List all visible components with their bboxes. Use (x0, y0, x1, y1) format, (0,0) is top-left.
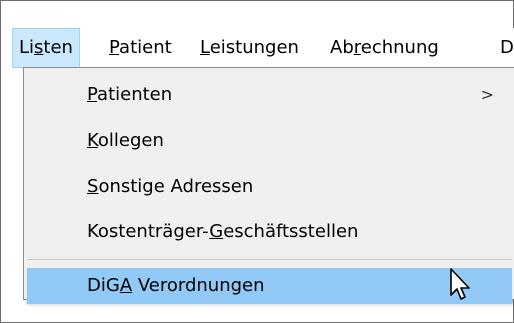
menu-leistungen-mnemonic: L (200, 37, 210, 58)
menu-abrechnung-mnemonic: r (353, 37, 361, 58)
menu-item-label-part: atienten (97, 84, 173, 105)
menu-leistungen-label-part: eistungen (209, 37, 299, 58)
menu-item-kostentraeger-geschaeftsstellen[interactable]: Kostenträger-Geschäftsstellen (27, 214, 512, 250)
menu-listen-label-part: Li (19, 37, 35, 58)
menu-item-sonstige-adressen[interactable]: Sonstige Adressen (27, 169, 512, 205)
listen-dropdown-menu: Patienten > Kollegen Sonstige Adressen K… (23, 67, 514, 304)
menu-separator (27, 259, 512, 260)
submenu-arrow-icon: > (480, 85, 494, 104)
menu-bar: Listen Patient Leistungen Abrechnung D (12, 28, 514, 68)
menu-item-mnemonic: G (209, 221, 224, 242)
menu-item-mnemonic: P (87, 84, 98, 105)
menu-item-mnemonic: K (87, 130, 98, 151)
menu-item-patienten[interactable]: Patienten > (27, 77, 512, 113)
menu-abrechnung[interactable]: Abrechnung (324, 28, 445, 68)
menu-item-label-part: eschäftsstellen (223, 221, 359, 242)
menu-item-kollegen[interactable]: Kollegen (27, 123, 512, 159)
menu-patient-mnemonic: P (109, 37, 120, 58)
menu-abrechnung-label-part: echnung (360, 37, 439, 58)
menu-listen-label-part: ten (43, 37, 73, 58)
menu-item-mnemonic: S (87, 176, 99, 197)
menu-listen-mnemonic: s (34, 37, 44, 58)
menu-patient[interactable]: Patient (103, 28, 178, 68)
menu-item-label-part: onstige Adressen (98, 176, 254, 197)
menu-item-label-part: ollegen (97, 130, 164, 151)
menu-item-label-part: Kostenträger- (87, 221, 210, 242)
menu-patient-label-part: atient (119, 37, 172, 58)
menu-item-label-part: DiG (87, 275, 120, 296)
menu-abrechnung-label-part: Ab (330, 37, 354, 58)
menu-truncated-label: D (500, 37, 514, 58)
menu-truncated[interactable]: D (494, 28, 514, 68)
menu-listen[interactable]: Listen (12, 28, 80, 68)
menu-item-diga-verordnungen[interactable]: DiGA Verordnungen (27, 268, 512, 304)
menu-item-mnemonic: A (119, 275, 133, 296)
menu-item-label-part: Verordnungen (132, 275, 265, 296)
menu-leistungen[interactable]: Leistungen (194, 28, 305, 68)
mouse-pointer-arrow-icon (450, 268, 470, 300)
